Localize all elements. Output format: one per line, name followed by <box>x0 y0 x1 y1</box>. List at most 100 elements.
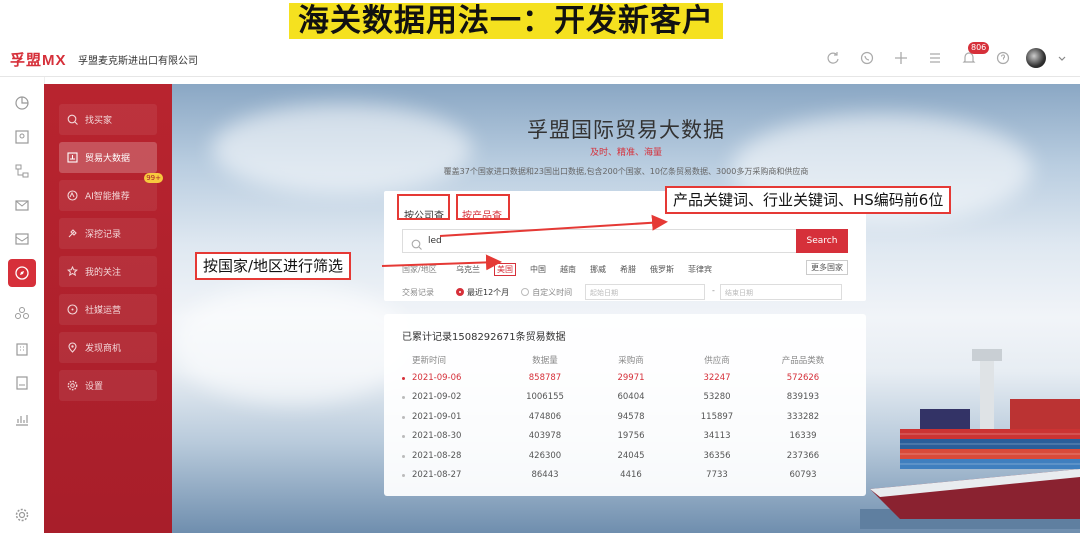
end-date-input[interactable]: 结束日期 <box>720 284 842 300</box>
menu-item-ai-recommend[interactable]: AI智能推荐 99+ <box>59 173 163 211</box>
ai-icon <box>65 189 79 203</box>
column-header: 产品品类数 <box>781 356 825 366</box>
table-row[interactable]: 2021-09-06 858787 29971 32247 572626 <box>402 368 848 388</box>
menu-item-find-buyer[interactable]: 找买家 <box>59 104 157 135</box>
menu-item-label: 贸易大数据 <box>85 154 131 164</box>
ai-badge: 99+ <box>144 173 163 183</box>
star-icon <box>65 265 79 279</box>
app-logo[interactable]: 孚盟MX <box>10 49 67 70</box>
table-row[interactable]: 2021-08-28 426300 24045 36356 237366 <box>402 446 848 466</box>
annotation-keyword-hint: 产品关键词、行业关键词、HS编码前6位 <box>665 186 952 214</box>
task-icon[interactable] <box>924 47 946 69</box>
menu-item-label: 设置 <box>85 382 104 392</box>
whatsapp-icon[interactable] <box>856 47 878 69</box>
chart-icon[interactable] <box>8 89 36 117</box>
gear-icon <box>65 379 79 393</box>
hero-title: 孚盟国际贸易大数据 <box>527 118 725 142</box>
table-header: 更新时间 数据量 采购商 供应商 产品品类数 <box>402 352 848 368</box>
callout-company-tab <box>397 194 450 220</box>
building-icon[interactable] <box>8 335 36 363</box>
menu-item-settings[interactable]: 设置 <box>59 370 157 401</box>
container-stack <box>1010 399 1080 429</box>
column-header: 供应商 <box>704 356 730 366</box>
add-icon[interactable] <box>890 47 912 69</box>
country-chip[interactable]: 挪威 <box>590 264 606 275</box>
menu-item-trade-data[interactable]: 贸易大数据 <box>59 142 157 173</box>
stats-icon[interactable] <box>8 405 36 433</box>
radio-label: 最近12个月 <box>467 287 510 297</box>
menu-item-opportunity[interactable]: 发现商机 <box>59 332 157 363</box>
search-icon <box>411 235 422 254</box>
annotation-country-hint: 按国家/地区进行筛选 <box>195 252 352 280</box>
start-date-input[interactable]: 起始日期 <box>585 284 705 300</box>
inbox-icon[interactable] <box>8 225 36 253</box>
column-header: 采购商 <box>618 356 644 366</box>
dig-icon <box>65 227 79 241</box>
refresh-icon[interactable] <box>822 47 844 69</box>
mail-icon[interactable] <box>8 191 36 219</box>
book-icon[interactable] <box>8 369 36 397</box>
search-input[interactable]: led <box>402 229 796 253</box>
country-chip[interactable]: 菲律宾 <box>688 264 712 275</box>
trade-record-filter: 交易记录 最近12个月 自定义时间 起始日期 - 结束日期 <box>402 284 848 300</box>
table-row[interactable]: 2021-09-01 474806 94578 115897 333282 <box>402 407 848 427</box>
country-chip[interactable]: 越南 <box>560 264 576 275</box>
country-chip-selected[interactable]: 美国 <box>494 263 516 276</box>
container-stack <box>920 409 970 429</box>
menu-item-label: 发现商机 <box>85 344 122 354</box>
radio-last-12-months[interactable] <box>456 288 464 296</box>
banner-title: 海关数据用法一：开发新客户 <box>289 3 723 39</box>
company-name: 孚盟麦克斯进出口有限公司 <box>78 56 198 67</box>
date-separator: - <box>712 286 715 295</box>
country-chip[interactable]: 俄罗斯 <box>650 264 674 275</box>
more-countries-button[interactable]: 更多国家 <box>806 260 848 275</box>
hero-area: 孚盟国际贸易大数据 及时、精准、海量 覆盖37个国家进口数据和23国出口数据,包… <box>172 84 1080 533</box>
stats-card: 已累计记录1508292671条贸易数据 更新时间 数据量 采购商 供应商 产品… <box>384 314 866 496</box>
chat-icon <box>65 303 79 317</box>
chevron-down-icon[interactable] <box>1058 47 1066 69</box>
contact-icon[interactable] <box>8 123 36 151</box>
callout-product-tab <box>456 194 510 220</box>
menu-item-label: 社媒运营 <box>85 306 122 316</box>
country-chip[interactable]: 中国 <box>530 264 546 275</box>
country-chip[interactable]: 希腊 <box>620 264 636 275</box>
cloud-decoration <box>172 284 412 404</box>
menu-item-label: AI智能推荐 <box>85 192 130 202</box>
location-icon <box>65 341 79 355</box>
table-row[interactable]: 2021-08-27 86443 4416 7733 60793 <box>402 466 848 486</box>
menu-item-dig-records[interactable]: 深挖记录 <box>59 218 157 249</box>
country-filter: 国家/地区 乌克兰 美国 中国 越南 挪威 希腊 俄罗斯 菲律宾 更多国家 <box>402 260 848 276</box>
bell-icon[interactable]: 806 <box>958 42 990 69</box>
hero-subtitle: 及时、精准、海量 <box>589 148 662 158</box>
trade-label: 交易记录 <box>402 287 434 297</box>
top-icons: 806 <box>822 42 1066 70</box>
menu-item-my-follow[interactable]: 我的关注 <box>59 256 157 287</box>
notification-badge: 806 <box>968 42 990 54</box>
radio-label: 自定义时间 <box>532 287 573 297</box>
search-button[interactable]: Search <box>796 229 848 253</box>
settings-icon[interactable] <box>8 501 36 529</box>
top-bar: 孚盟MX 孚盟麦克斯进出口有限公司 806 <box>0 40 1080 77</box>
search-query: led <box>428 236 442 246</box>
country-chip[interactable]: 乌克兰 <box>456 264 480 275</box>
container-ship-image <box>860 349 1080 529</box>
icon-rail <box>0 77 45 533</box>
stats-title: 已累计记录1508292671条贸易数据 <box>402 332 566 343</box>
stats-table: 更新时间 数据量 采购商 供应商 产品品类数 2021-09-06 858787… <box>402 352 848 485</box>
column-header: 数据量 <box>532 356 558 366</box>
help-icon[interactable] <box>992 47 1014 69</box>
avatar[interactable] <box>1026 48 1046 68</box>
ship-bridge-top <box>972 349 1002 361</box>
data-icon <box>65 151 79 165</box>
column-header: 更新时间 <box>412 356 447 366</box>
tree-icon[interactable] <box>8 157 36 185</box>
search-icon <box>65 113 79 127</box>
menu-item-label: 深挖记录 <box>85 230 122 240</box>
group-icon[interactable] <box>8 299 36 327</box>
menu-item-social[interactable]: 社媒运营 <box>59 294 157 325</box>
table-row[interactable]: 2021-08-30 403978 19756 34113 16339 <box>402 427 848 447</box>
table-row[interactable]: 2021-09-02 1006155 60404 53280 839193 <box>402 388 848 408</box>
compass-icon[interactable] <box>8 259 36 287</box>
radio-custom-range[interactable] <box>521 288 530 296</box>
ship-bridge <box>980 359 994 429</box>
